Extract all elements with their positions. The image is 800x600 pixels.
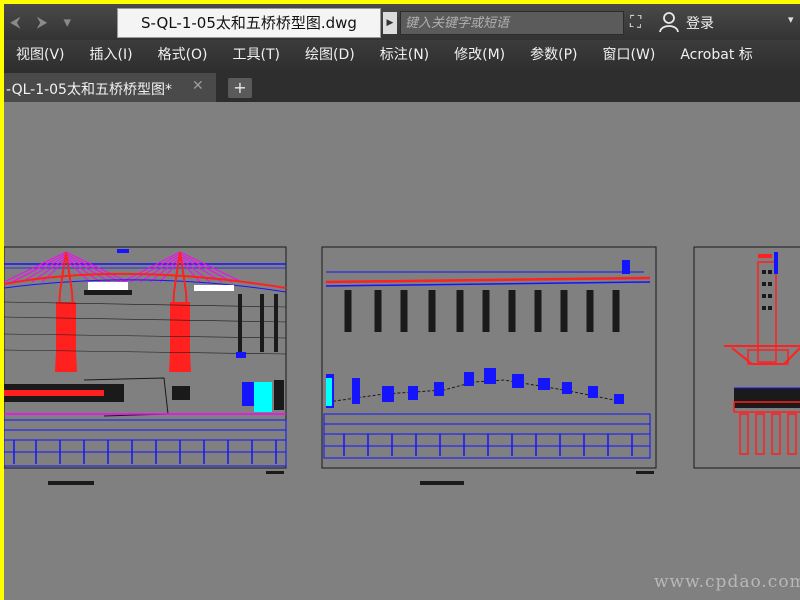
menu-draw[interactable]: 绘图(D) [293,40,368,70]
drawing-canvas[interactable] [4,102,800,600]
dropdown-icon[interactable]: ▾ [64,4,72,40]
document-tab-bar: -QL-1-05太和五桥桥型图* ✕ + [4,70,800,102]
sheet-elevation [4,246,287,485]
sheet-girder-layout [321,246,657,485]
menu-view[interactable]: 视图(V) [4,40,78,70]
document-tab-label: -QL-1-05太和五桥桥型图* [6,82,172,98]
document-title-box: S-QL-1-05太和五桥桥型图.dwg [117,8,381,38]
menu-dimension[interactable]: 标注(N) [368,40,442,70]
menu-parameter[interactable]: 参数(P) [518,40,590,70]
watermark: www.cpdao.com [654,572,800,592]
close-icon[interactable]: ✕ [192,78,204,94]
user-icon[interactable] [658,11,680,33]
menu-format[interactable]: 格式(O) [146,40,221,70]
document-title: S-QL-1-05太和五桥桥型图.dwg [141,14,357,32]
menu-window[interactable]: 窗口(W) [591,40,669,70]
back-arrow-icon[interactable]: ⮜ [10,4,21,40]
menu-bar: 视图(V) 插入(I) 格式(O) 工具(T) 绘图(D) 标注(N) 修改(M… [4,40,800,70]
menu-acrobat[interactable]: Acrobat 标 [668,40,765,70]
menu-modify[interactable]: 修改(M) [442,40,518,70]
quick-access-toolbar: ⮜ ⮞ ▾ [4,4,71,40]
new-tab-button[interactable]: + [228,78,252,98]
search-input[interactable] [400,11,624,35]
chevron-down-icon[interactable]: ▾ [788,13,794,26]
forward-arrow-icon[interactable]: ⮞ [37,4,48,40]
login-button[interactable]: 登录 [686,13,714,33]
expand-icon[interactable]: ▶ [383,12,397,34]
menu-insert[interactable]: 插入(I) [78,40,146,70]
cad-window: ⮜ ⮞ ▾ S-QL-1-05太和五桥桥型图.dwg ▶ ⛶ 登录 ▾ 视图(V… [4,4,800,600]
menu-tools[interactable]: 工具(T) [221,40,293,70]
binoculars-icon[interactable]: ⛶ [630,12,641,32]
drawing-area [4,246,800,485]
document-tab[interactable]: -QL-1-05太和五桥桥型图* ✕ [4,73,216,102]
sheet-pier-section [693,246,800,469]
title-bar: ⮜ ⮞ ▾ S-QL-1-05太和五桥桥型图.dwg ▶ ⛶ 登录 ▾ [4,4,800,40]
